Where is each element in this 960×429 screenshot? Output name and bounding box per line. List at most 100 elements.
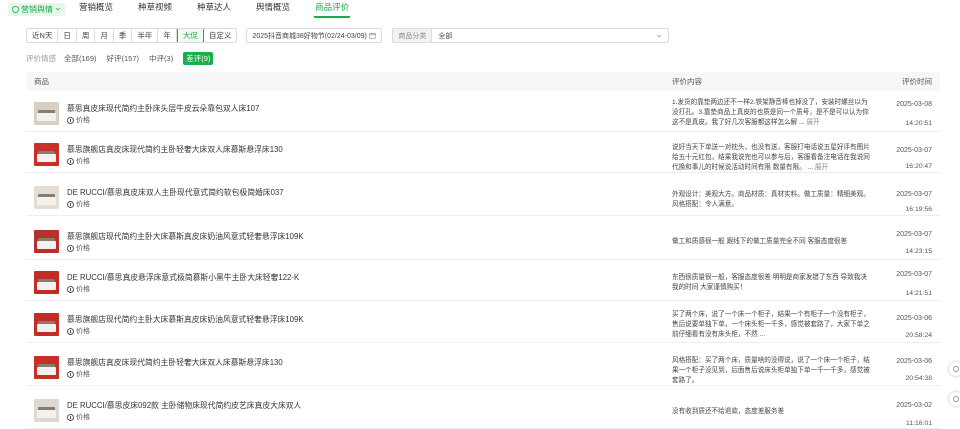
date-range-value: 2025抖音商城38好物节(02/24-03/09) bbox=[252, 32, 367, 40]
price-label: 价格 bbox=[76, 286, 90, 293]
column-review: 评价内容 bbox=[672, 77, 702, 86]
review-time: 20:54:38 bbox=[905, 375, 932, 382]
review-date: 2025-03-07 bbox=[896, 271, 932, 278]
period-half-year[interactable]: 半年 bbox=[132, 29, 159, 42]
price-label: 价格 bbox=[76, 328, 90, 335]
period-quarter[interactable]: 季 bbox=[113, 29, 133, 42]
nav-product-reviews[interactable]: 商品评价 bbox=[314, 0, 351, 18]
price-link[interactable]: 价格 bbox=[67, 412, 90, 422]
price-link[interactable]: 价格 bbox=[67, 115, 90, 125]
period-last-n-days[interactable]: 近N天 bbox=[27, 29, 59, 42]
review-date: 2025-03-06 bbox=[896, 358, 932, 365]
nav-seeding-videos[interactable]: 种草视频 bbox=[138, 0, 172, 18]
product-name[interactable]: DE RUCCI/慕思皮床092款 主卧储物床现代简约皮艺床真皮大床双人 bbox=[67, 400, 301, 411]
review-time: 11:16:01 bbox=[906, 420, 932, 427]
price-label: 价格 bbox=[76, 414, 90, 421]
category-select[interactable]: 全部 bbox=[431, 28, 670, 43]
product-thumbnail[interactable] bbox=[34, 313, 59, 336]
price-label: 价格 bbox=[76, 201, 90, 208]
filter-bar: 近N天 日 周 月 季 半年 年 大促 自定义 2025抖音商城38好物节(02… bbox=[26, 28, 670, 43]
product-name[interactable]: DE RUCCI/慕思真皮床双人主卧现代意式简约软包极简婚床037 bbox=[67, 187, 284, 198]
nav-marketing-overview[interactable]: 营销概览 bbox=[79, 0, 113, 18]
info-circle-icon bbox=[67, 244, 74, 252]
info-circle-icon bbox=[67, 327, 74, 335]
marketing-dropdown[interactable]: 营销舆情 bbox=[8, 2, 65, 16]
sentiment-label: 评价情感 bbox=[26, 53, 56, 63]
review-content: 买了两个床，说了一个床一个柜子，结果一个有柜子一个没有柜子，售后说要单独下单，一… bbox=[672, 310, 872, 340]
review-content: 外观设计：美观大方。商品材质：真材实料。做工质量：精细美观。风格搭配：令人满意。 bbox=[672, 190, 872, 210]
date-range-picker[interactable]: 2025抖音商城38好物节(02/24-03/09) bbox=[246, 28, 383, 43]
review-content: 1.发货的靠垫两边还不一样2.铁架静音棒也掉没了，安装时螺丝以为没打孔。3.靠垫… bbox=[672, 98, 872, 128]
expand-link[interactable]: 展开 bbox=[806, 119, 819, 126]
review-time: 16:20:47 bbox=[905, 163, 932, 170]
period-month[interactable]: 月 bbox=[95, 29, 114, 42]
info-circle-icon bbox=[67, 370, 74, 378]
floating-help-button[interactable] bbox=[949, 362, 960, 376]
nav-seeding-influencers[interactable]: 种草达人 bbox=[197, 0, 231, 18]
review-time: 14:21:51 bbox=[905, 290, 932, 297]
help-icon bbox=[953, 366, 959, 372]
price-link[interactable]: 价格 bbox=[67, 156, 90, 166]
review-text: 买了两个床，说了一个床一个柜子，结果一个有柜子一个没有柜子，售后说要单独下单，一… bbox=[672, 311, 870, 338]
review-time: 14:20:51 bbox=[905, 120, 932, 127]
review-text: 没有收到质还不给退款，态度差服务差 bbox=[672, 408, 785, 415]
product-thumbnail[interactable] bbox=[34, 186, 59, 209]
review-text: 外观设计：美观大方。商品材质：真材实料。做工质量：精细美观。风格搭配：令人满意。 bbox=[672, 191, 870, 208]
review-time: 16:19:56 bbox=[905, 206, 932, 213]
price-label: 价格 bbox=[76, 158, 90, 165]
review-time: 14:23:15 bbox=[905, 248, 932, 255]
product-name[interactable]: 慕思旗舰店现代简约主卧大床慕斯真皮床奶油风意式轻奢悬浮床109K bbox=[67, 314, 304, 325]
product-thumbnail[interactable] bbox=[34, 230, 59, 253]
info-circle-icon bbox=[67, 200, 74, 208]
price-link[interactable]: 价格 bbox=[67, 243, 90, 253]
review-content: 没有收到质还不给退款，态度差服务差 bbox=[672, 407, 872, 417]
review-text: 东西很质量很一般，客服态度很差 明明是商家发错了东西 导致我决我的时间 大家谨慎… bbox=[672, 274, 867, 291]
product-name[interactable]: 慕思旗舰店真皮床现代简约主卧轻奢大床双人床慕斯悬浮床130 bbox=[67, 144, 283, 155]
sentiment-positive[interactable]: 好评(157) bbox=[107, 53, 140, 64]
period-week[interactable]: 周 bbox=[76, 29, 96, 42]
review-date: 2025-03-08 bbox=[896, 101, 932, 108]
product-thumbnail[interactable] bbox=[34, 143, 59, 166]
sentiment-neutral[interactable]: 中评(3) bbox=[149, 53, 173, 64]
price-label: 价格 bbox=[76, 117, 90, 124]
product-thumbnail[interactable] bbox=[34, 399, 59, 422]
review-time: 20:58:24 bbox=[905, 332, 932, 339]
product-thumbnail[interactable] bbox=[34, 102, 59, 125]
chevron-down-icon bbox=[55, 7, 61, 11]
info-circle-icon bbox=[67, 116, 74, 124]
column-time: 评价时间 bbox=[902, 77, 932, 86]
sentiment-all[interactable]: 全部(169) bbox=[64, 53, 97, 64]
product-name[interactable]: 慕思真皮床现代简约主卧床头层牛皮云朵靠包双人床107 bbox=[67, 103, 259, 114]
back-to-top-icon bbox=[953, 396, 959, 402]
floating-top-button[interactable] bbox=[949, 392, 960, 406]
price-link[interactable]: 价格 bbox=[67, 369, 90, 379]
product-name[interactable]: 慕思旗舰店真皮床现代简约主卧轻奢大床双人床慕斯悬浮床130 bbox=[67, 357, 283, 368]
product-thumbnail[interactable] bbox=[34, 271, 59, 294]
period-year[interactable]: 年 bbox=[158, 29, 177, 42]
price-link[interactable]: 价格 bbox=[67, 326, 90, 336]
price-link[interactable]: 价格 bbox=[67, 284, 90, 294]
period-selector: 近N天 日 周 月 季 半年 年 大促 自定义 bbox=[26, 28, 238, 43]
review-text: 1.发货的靠垫两边还不一样2.铁架静音棒也掉没了，安装时螺丝以为没打孔。3.靠垫… bbox=[672, 99, 869, 126]
review-text: 说好当天下单送一对枕头，也没有送，客服打电话说五星好评有图片给五十元红包，结果我… bbox=[672, 144, 870, 171]
sentiment-negative[interactable]: 差评(9) bbox=[183, 51, 214, 65]
review-content: 东西很质量很一般，客服态度很差 明明是商家发错了东西 导致我决我的时间 大家谨慎… bbox=[672, 273, 872, 293]
column-product: 商品 bbox=[34, 77, 49, 86]
review-date: 2025-03-07 bbox=[896, 147, 932, 154]
product-name[interactable]: 慕思旗舰店现代简约主卧大床慕斯真皮床奶油风意式轻奢悬浮床109K bbox=[67, 231, 304, 242]
product-thumbnail[interactable] bbox=[34, 356, 59, 379]
sentiment-filter: 评价情感 全部(169) 好评(157) 中评(3) 差评(9) bbox=[26, 51, 223, 65]
price-label: 价格 bbox=[76, 371, 90, 378]
period-day[interactable]: 日 bbox=[58, 29, 77, 42]
period-custom[interactable]: 自定义 bbox=[203, 29, 237, 42]
info-circle-icon bbox=[67, 285, 74, 293]
product-name[interactable]: DE RUCCI/慕思真皮悬浮床意式极简慕斯小黑牛主卧大床轻奢122-K bbox=[67, 272, 299, 283]
review-text: 风格搭配：买了两个床，质量啥的没得说，说了一个床一个柜子，结果一个柜子没见到，后… bbox=[672, 357, 870, 384]
expand-link[interactable]: 展开 bbox=[815, 164, 828, 171]
nav-sentiment-overview[interactable]: 舆情概览 bbox=[256, 0, 290, 18]
info-circle-icon bbox=[67, 157, 74, 165]
period-promotion[interactable]: 大促 bbox=[176, 29, 204, 42]
price-label: 价格 bbox=[76, 245, 90, 252]
marketing-dropdown-label: 营销舆情 bbox=[21, 4, 53, 14]
price-link[interactable]: 价格 bbox=[67, 199, 90, 209]
